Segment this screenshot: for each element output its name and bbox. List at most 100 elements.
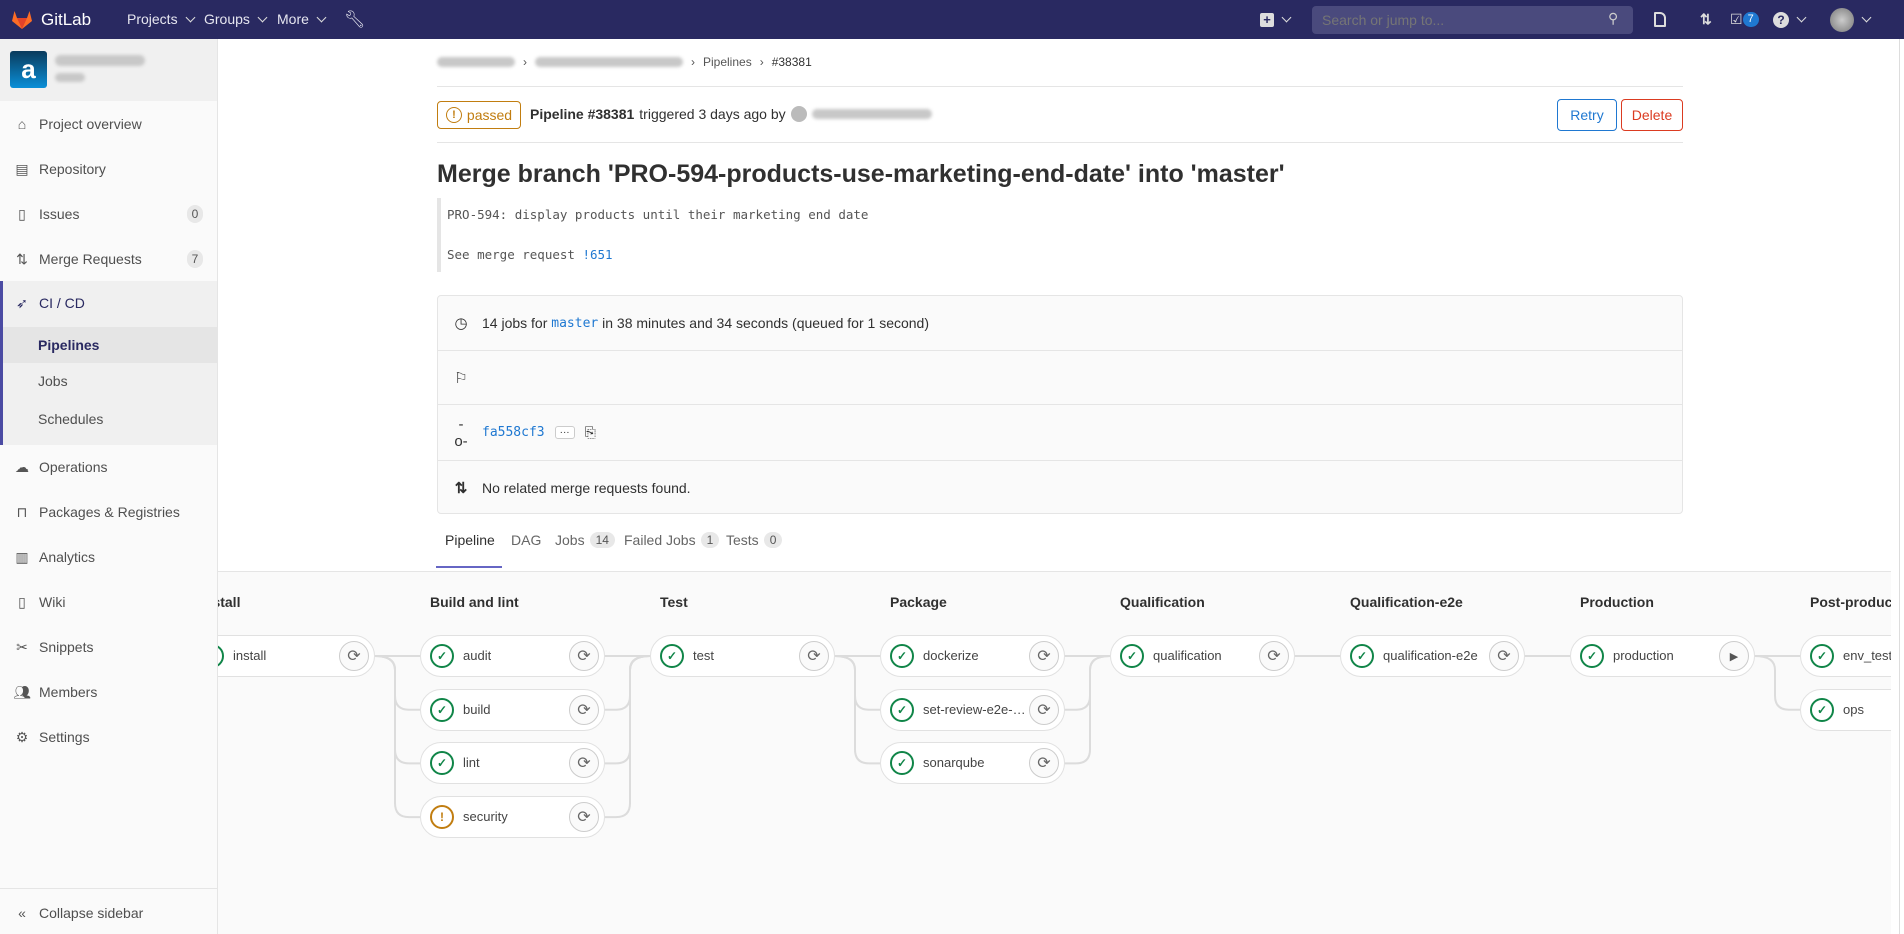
- sidebar-item-repository[interactable]: ▤ Repository: [0, 151, 217, 187]
- tab-pipeline[interactable]: Pipeline: [445, 532, 495, 548]
- sidebar-item-analytics[interactable]: ▥ Analytics: [0, 539, 217, 575]
- retry-job-button[interactable]: ⟳: [569, 694, 599, 725]
- retry-job-button[interactable]: ⟳: [339, 641, 369, 671]
- play-button[interactable]: ▶: [1719, 641, 1749, 671]
- job-build[interactable]: ✓ build ⟳: [420, 688, 605, 731]
- sidebar-item-settings[interactable]: ⚙ Settings: [0, 719, 217, 755]
- pipeline-graph[interactable]: Install ✓ install ⟳ Build and lint ✓ audit ⟳ ✓ bu…: [218, 571, 1891, 934]
- delete-button[interactable]: Delete: [1621, 99, 1683, 131]
- avatar: [1830, 7, 1854, 32]
- tab-dag[interactable]: DAG: [511, 532, 541, 548]
- gitlab-logo[interactable]: GitLab: [12, 0, 91, 39]
- user-menu[interactable]: [1830, 0, 1872, 39]
- job-sonarqube[interactable]: ✓ sonarqube ⟳: [880, 742, 1065, 785]
- sidebar-item-wiki[interactable]: ▯ Wiki: [0, 584, 217, 620]
- tab-count: 1: [700, 532, 720, 548]
- todo-check-icon: ☑: [1730, 11, 1743, 27]
- stage-title: Install: [218, 594, 241, 610]
- job-security[interactable]: ! security ⟳: [420, 796, 605, 839]
- cloud-gear-icon: ☁: [15, 458, 29, 475]
- retry-button[interactable]: Retry: [1557, 99, 1617, 131]
- scrollbar[interactable]: [1899, 39, 1900, 934]
- retry-job-button[interactable]: ⟳: [1029, 748, 1059, 779]
- copy-clipboard-icon[interactable]: ⎘: [585, 424, 596, 441]
- retry-job-button[interactable]: ⟳: [1029, 641, 1059, 671]
- redacted-group-link[interactable]: [437, 57, 515, 67]
- retry-job-button[interactable]: ⟳: [569, 748, 599, 779]
- job-production[interactable]: ✓ production ▶: [1570, 635, 1755, 677]
- job-connector: [374, 655, 420, 819]
- user-avatar[interactable]: [790, 106, 807, 122]
- new-dropdown[interactable]: +: [1260, 0, 1292, 39]
- wrench-icon[interactable]: 🔧︎: [344, 0, 366, 39]
- job-test[interactable]: ✓ test ⟳: [650, 635, 835, 677]
- sidebar-subitem-schedules[interactable]: Schedules: [3, 401, 217, 437]
- chevron-down-icon: [1796, 12, 1807, 23]
- stage-title: Post-production: [1810, 594, 1891, 610]
- sidebar-subitem-pipelines[interactable]: Pipelines: [3, 327, 217, 363]
- sidebar-item-packages[interactable]: ⊓ Packages & Registries: [0, 494, 217, 530]
- job-qualification[interactable]: ✓ qualification ⟳: [1110, 635, 1295, 677]
- search-input[interactable]: [1312, 6, 1633, 34]
- status-badge[interactable]: ! passed: [437, 101, 521, 129]
- more-menu[interactable]: More: [277, 0, 327, 39]
- retry-job-button[interactable]: ⟳: [1259, 641, 1289, 671]
- quote-border: [437, 198, 441, 272]
- job-audit[interactable]: ✓ audit ⟳: [420, 635, 605, 677]
- job-set-review-e2e-e[interactable]: ✓ set-review-e2e-e... ⟳: [880, 688, 1065, 731]
- job-env-test[interactable]: ✓ env_test: [1800, 635, 1891, 677]
- stage-title: Production: [1580, 594, 1654, 610]
- retry-job-button[interactable]: ⟳: [569, 802, 599, 833]
- expand-commit-button[interactable]: ···: [554, 426, 575, 439]
- tab-count: 0: [763, 532, 783, 548]
- tab-tests[interactable]: Tests 0: [726, 532, 783, 548]
- project-avatar: a: [10, 51, 47, 88]
- sidebar-item-ci-cd[interactable]: ➶ CI / CD: [0, 285, 217, 321]
- job-lint[interactable]: ✓ lint ⟳: [420, 742, 605, 785]
- branch-link[interactable]: master: [551, 316, 598, 331]
- redacted-project-name: [55, 55, 145, 66]
- users-icon: 👥︎: [13, 683, 31, 700]
- job-install[interactable]: ✓ install ⟳: [218, 635, 375, 677]
- redacted-project-name: [55, 73, 85, 82]
- job-qualification-e2e[interactable]: ✓ qualification-e2e ⟳: [1340, 635, 1525, 677]
- job-name: env_test: [1843, 648, 1891, 663]
- rocket-icon: ➶: [16, 294, 28, 311]
- job-name: ops: [1843, 701, 1864, 717]
- sidebar-item-label: Issues: [39, 206, 80, 222]
- retry-job-button[interactable]: ⟳: [1489, 641, 1519, 671]
- commit-sha-link[interactable]: fa558cf3: [482, 425, 545, 440]
- tab-failed-jobs[interactable]: Failed Jobs 1: [624, 532, 720, 548]
- success-status-icon: ✓: [1810, 697, 1834, 722]
- sidebar-item-members[interactable]: 👥︎ Members: [0, 674, 217, 710]
- sidebar-item-merge-requests[interactable]: ⇅ Merge Requests 7: [0, 241, 217, 277]
- projects-menu[interactable]: Projects: [127, 0, 196, 39]
- sidebar-item-issues[interactable]: ▯ Issues 0: [0, 196, 217, 232]
- groups-menu[interactable]: Groups: [204, 0, 268, 39]
- job-dockerize[interactable]: ✓ dockerize ⟳: [880, 635, 1065, 677]
- sidebar-item-project-overview[interactable]: ⌂ Project overview: [0, 106, 217, 142]
- retry-job-button[interactable]: ⟳: [569, 641, 599, 671]
- sidebar-subitem-jobs[interactable]: Jobs: [3, 363, 217, 399]
- sidebar-item-label: Packages & Registries: [39, 504, 180, 520]
- sidebar-item-snippets[interactable]: ✂ Snippets: [0, 629, 217, 665]
- job-ops[interactable]: ✓ ops: [1800, 688, 1891, 731]
- merge-requests-nav-icon[interactable]: ⇅: [1700, 0, 1712, 39]
- merge-request-link[interactable]: !651: [582, 247, 612, 262]
- retry-job-button[interactable]: ⟳: [799, 641, 829, 671]
- tab-jobs[interactable]: Jobs 14: [555, 532, 615, 548]
- redacted-project-link[interactable]: [535, 57, 683, 67]
- issues-nav-icon[interactable]: [1654, 0, 1666, 39]
- sidebar-item-label: Analytics: [39, 549, 96, 565]
- project-header[interactable]: a: [0, 39, 217, 101]
- redacted-user-name[interactable]: [811, 109, 932, 119]
- breadcrumb-pipelines[interactable]: Pipelines: [703, 55, 752, 69]
- sidebar-item-operations[interactable]: ☁ Operations: [0, 449, 217, 485]
- pipeline-info-box: ◷ 14 jobs for master in 38 minutes and 3…: [437, 295, 1683, 514]
- collapse-sidebar-button[interactable]: « Collapse sidebar: [0, 895, 217, 931]
- breadcrumb-separator: ›: [759, 55, 764, 69]
- help-dropdown[interactable]: ?: [1773, 0, 1807, 39]
- todos-nav[interactable]: ☑ 7: [1730, 0, 1759, 39]
- job-connector: [605, 655, 651, 711]
- retry-job-button[interactable]: ⟳: [1029, 694, 1059, 725]
